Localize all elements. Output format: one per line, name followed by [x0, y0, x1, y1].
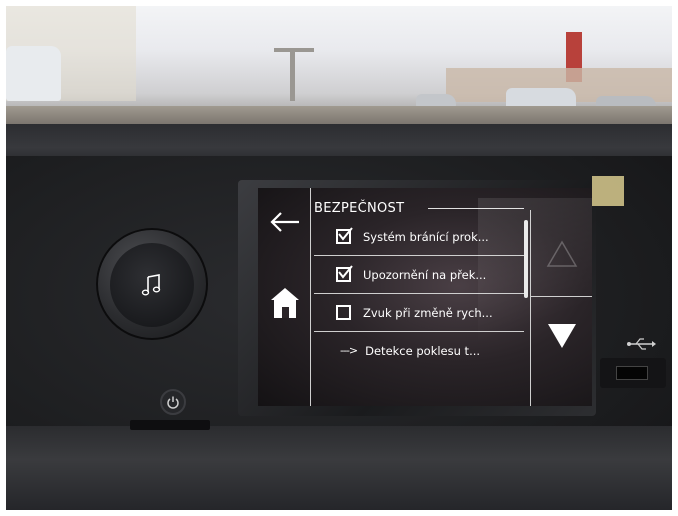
title-underline: [428, 208, 524, 209]
checkbox-checked[interactable]: [336, 227, 353, 244]
settings-list: Systém bránící prok... Upozornění na pře…: [314, 218, 524, 369]
console-lower-bezel: [6, 426, 672, 510]
scrollbar-thumb[interactable]: [524, 220, 528, 298]
touchscreen: BEZPEČNOST Systém bránící prok... Upozor…: [258, 188, 592, 406]
usb-icon: [627, 338, 656, 350]
scroll-rail-divider: [530, 296, 592, 297]
list-item-label: Systém bránící prok...: [363, 229, 489, 244]
list-item[interactable]: Systém bránící prok...: [314, 218, 524, 256]
submenu-arrow-icon: --->: [340, 344, 358, 357]
usb-port[interactable]: [616, 366, 648, 380]
home-icon: [271, 288, 299, 318]
checkbox-unchecked[interactable]: [336, 305, 351, 320]
list-item[interactable]: Zvuk při změně rych...: [314, 294, 524, 332]
card-slot: [130, 420, 210, 430]
list-item[interactable]: ---> Detekce poklesu t...: [314, 332, 524, 369]
page-title: BEZPEČNOST: [314, 201, 405, 216]
checkbox-checked[interactable]: [336, 265, 353, 282]
checkmark-icon: [338, 227, 353, 241]
home-button[interactable]: [268, 286, 302, 322]
parked-car: [6, 46, 61, 101]
triangle-down-icon: [548, 324, 576, 348]
list-item-label: Upozornění na přek...: [363, 267, 487, 282]
windshield-view: [6, 6, 672, 131]
checkmark-icon: [338, 265, 353, 279]
back-button[interactable]: [268, 208, 302, 236]
music-note-icon: [141, 274, 161, 296]
triangle-up-icon: [546, 240, 578, 267]
power-button[interactable]: [160, 389, 186, 415]
scroll-down-button[interactable]: [544, 318, 580, 354]
list-item-label: Detekce poklesu t...: [365, 343, 481, 358]
screen-sticker: [592, 176, 624, 206]
scroll-up-button[interactable]: [544, 236, 580, 272]
power-icon: [167, 396, 179, 409]
list-item[interactable]: Upozornění na přek...: [314, 256, 524, 294]
list-item-label: Zvuk při změně rych...: [363, 305, 493, 320]
arrow-left-icon: [270, 212, 299, 232]
media-knob[interactable]: [110, 243, 194, 327]
